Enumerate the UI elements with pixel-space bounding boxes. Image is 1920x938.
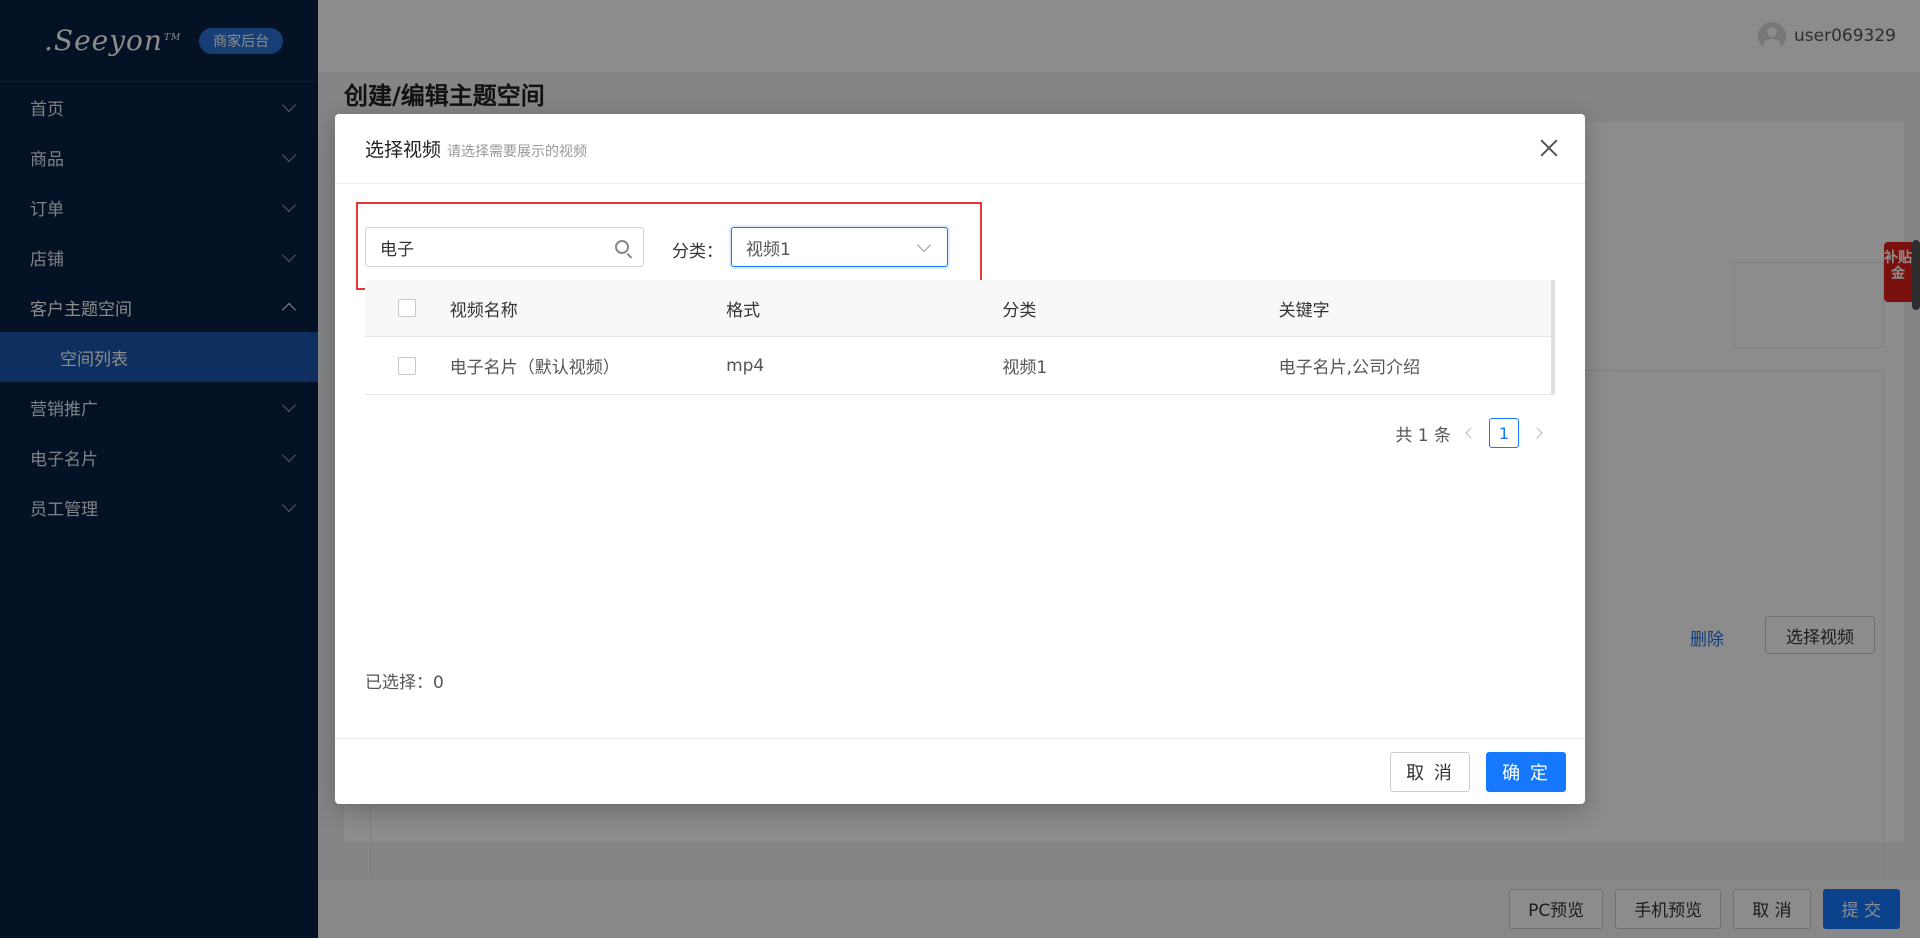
category-value: 视频1 (746, 239, 791, 260)
column-header: 视频名称 (449, 300, 518, 321)
column-header: 分类 (1002, 300, 1037, 321)
modal-confirm-button[interactable]: 确 定 (1486, 751, 1566, 792)
modal-header: 选择视频 请选择需要展示的视频 (335, 114, 1585, 184)
modal-subtitle: 请选择需要展示的视频 (447, 143, 588, 160)
search-input[interactable]: 电子 (365, 227, 644, 267)
pagination-total: 共 1 条 (1395, 425, 1451, 446)
table-header: 视频名称 格式 分类 关键字 (365, 280, 1555, 337)
modal-cancel-button[interactable]: 取 消 (1390, 751, 1470, 792)
pagination: 共 1 条 1 (1395, 418, 1543, 448)
table-cell: 视频1 (1002, 358, 1048, 378)
search-icon[interactable] (615, 240, 629, 254)
select-all-checkbox[interactable] (398, 299, 417, 317)
row-checkbox[interactable] (398, 356, 417, 375)
category-select[interactable]: 视频1 (731, 227, 948, 267)
modal-footer: 取 消 确 定 (335, 738, 1585, 804)
table-cell: 电子名片（默认视频） (449, 358, 620, 378)
search-value: 电子 (380, 239, 414, 260)
select-video-modal: 选择视频 请选择需要展示的视频 电子 分类： 视频1 视频名称 格式 分类 关键… (335, 114, 1585, 804)
column-header: 格式 (726, 300, 761, 321)
chevron-left-icon[interactable] (1465, 427, 1477, 439)
table-row[interactable]: 电子名片（默认视频） mp4 视频1 电子名片,公司介绍 (365, 337, 1555, 395)
page-number[interactable]: 1 (1489, 418, 1519, 448)
category-label: 分类： (672, 242, 723, 262)
chevron-down-icon (916, 237, 932, 253)
selected-count: 已选择：0 (365, 673, 444, 693)
chevron-right-icon[interactable] (1531, 427, 1543, 439)
column-header: 关键字 (1278, 300, 1330, 321)
video-table: 视频名称 格式 分类 关键字 电子名片（默认视频） mp4 视频1 电子名片,公… (365, 280, 1555, 395)
close-icon[interactable] (1537, 136, 1561, 160)
table-cell: 电子名片,公司介绍 (1278, 358, 1421, 378)
modal-title: 选择视频 (365, 139, 442, 161)
table-cell: mp4 (726, 355, 765, 376)
